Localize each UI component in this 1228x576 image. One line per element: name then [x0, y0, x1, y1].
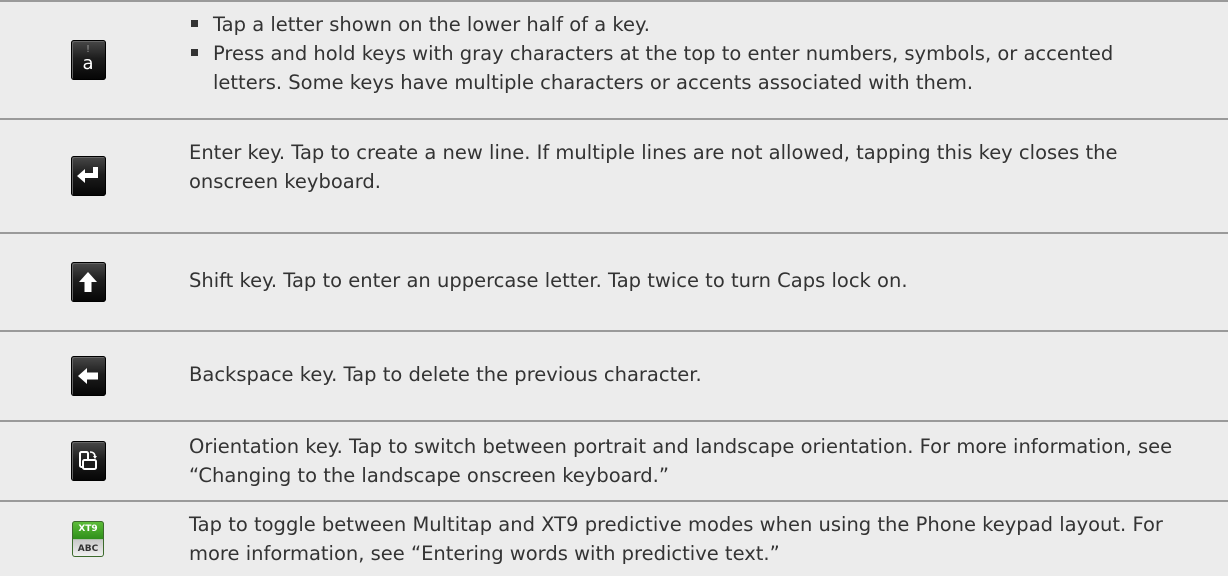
icon-cell [0, 234, 176, 330]
table-row: Backspace key. Tap to delete the previou… [0, 332, 1228, 420]
list-item: Tap a letter shown on the lower half of … [189, 10, 1188, 39]
list-item: Press and hold keys with gray characters… [189, 39, 1188, 97]
key-description: key. Tap to create a new line. If multip… [189, 141, 1118, 193]
backspace-key-icon [70, 356, 106, 396]
row-description: Tap a letter shown on the lower half of … [189, 10, 1188, 97]
table-row: XT9 ABC Tap to toggle between Multitap a… [0, 502, 1228, 576]
letter-key-icon: ! a [70, 40, 106, 80]
icon-cell [0, 120, 176, 232]
row-description: Shift key. Tap to enter an uppercase let… [189, 266, 1188, 295]
icon-cell [0, 422, 176, 500]
table-row: Shift key. Tap to enter an uppercase let… [0, 234, 1228, 330]
enter-key-icon [70, 156, 106, 196]
xt9-label: XT9 [78, 524, 98, 534]
table-row: Orientation key. Tap to switch between p… [0, 422, 1228, 500]
table-row: Enter key. Tap to create a new line. If … [0, 120, 1228, 232]
orientation-key-icon [70, 441, 106, 481]
icon-cell: XT9 ABC [0, 502, 176, 576]
key-main-char: a [82, 53, 94, 74]
row-description: Tap to toggle between Multitap and XT9 p… [189, 510, 1188, 568]
bullet-list: Tap a letter shown on the lower half of … [189, 10, 1188, 97]
key-name: Enter [189, 141, 242, 164]
key-name: Orientation [189, 435, 300, 458]
key-name: Backspace [189, 363, 294, 386]
row-description: Orientation key. Tap to switch between p… [189, 432, 1188, 490]
xt9-abc-key-icon: XT9 ABC [72, 521, 104, 557]
key-description: Tap to toggle between Multitap and XT9 p… [189, 513, 1163, 565]
abc-label: ABC [77, 544, 99, 554]
table-row: ! a Tap a letter shown on the lower half… [0, 2, 1228, 118]
key-description: key. Tap to delete the previous characte… [293, 363, 702, 386]
key-description: key. Tap to enter an uppercase letter. T… [233, 269, 908, 292]
row-description: Enter key. Tap to create a new line. If … [189, 138, 1188, 196]
icon-cell: ! a [0, 2, 176, 118]
icon-cell [0, 332, 176, 420]
row-description: Backspace key. Tap to delete the previou… [189, 360, 1188, 389]
key-description: key. Tap to switch between portrait and … [189, 435, 1173, 487]
shift-key-icon [70, 262, 106, 302]
key-name: Shift [189, 269, 234, 292]
